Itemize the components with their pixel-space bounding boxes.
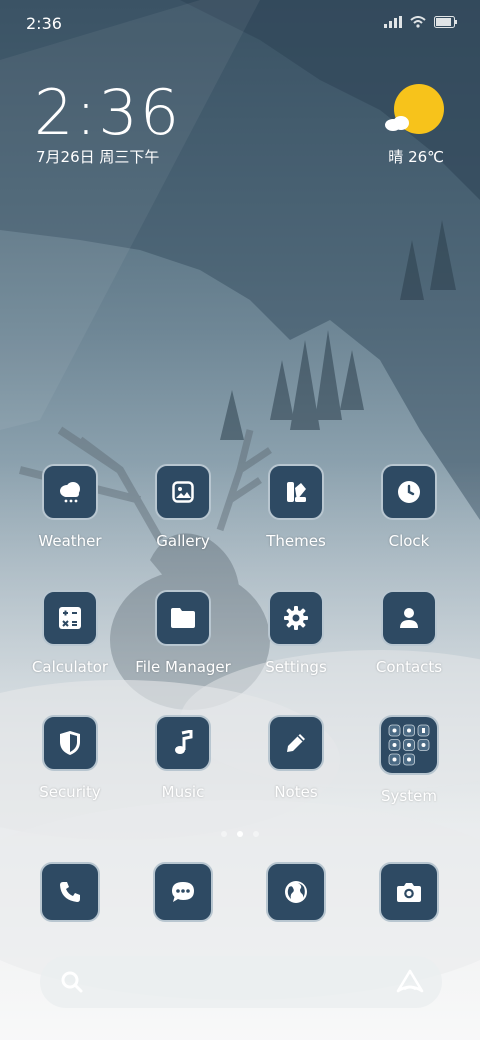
app-tile[interactable]	[155, 464, 211, 520]
search-icon[interactable]	[60, 970, 84, 994]
app-label: System	[381, 787, 437, 805]
app-clock[interactable]: Clock	[349, 464, 469, 550]
app-tile[interactable]	[381, 464, 437, 520]
chat-bubble-icon	[172, 882, 194, 902]
dock-browser[interactable]	[236, 862, 356, 922]
app-themes[interactable]: Themes	[236, 464, 356, 550]
folder-grid-icon	[388, 724, 430, 766]
shield-icon	[60, 731, 80, 755]
app-label: Themes	[266, 532, 326, 550]
signal-icon	[384, 16, 402, 28]
page-dot[interactable]	[221, 831, 227, 837]
app-music[interactable]: Music	[123, 715, 243, 801]
app-label: Settings	[265, 658, 327, 676]
dock-camera[interactable]	[349, 862, 469, 922]
app-label: Gallery	[156, 532, 210, 550]
gear-icon	[284, 606, 308, 630]
clock-icon	[398, 481, 420, 503]
app-label: Music	[161, 783, 205, 801]
weather-widget[interactable]: 晴 26℃	[364, 84, 444, 168]
app-tile[interactable]	[268, 715, 324, 771]
calculator-icon	[59, 607, 81, 629]
app-tile[interactable]	[155, 590, 211, 646]
person-icon	[400, 608, 418, 628]
app-tile[interactable]	[268, 464, 324, 520]
sun-cloud-icon	[385, 116, 409, 131]
image-icon	[172, 481, 194, 503]
app-file-manager[interactable]: File Manager	[123, 590, 243, 676]
phone-icon	[60, 882, 80, 902]
cloud-rain-icon	[60, 482, 80, 503]
app-tile[interactable]	[266, 862, 326, 922]
app-weather[interactable]: Weather	[10, 464, 130, 550]
app-tile[interactable]	[379, 862, 439, 922]
page-dot-active[interactable]	[237, 831, 243, 837]
folder-icon	[171, 608, 195, 628]
music-note-icon	[175, 730, 193, 754]
app-settings[interactable]: Settings	[236, 590, 356, 676]
app-tile[interactable]	[155, 715, 211, 771]
app-tile[interactable]	[379, 715, 439, 775]
app-tile[interactable]	[153, 862, 213, 922]
app-label: Weather	[38, 532, 102, 550]
clock-widget-date: 7月26日 周三下午	[36, 148, 160, 166]
app-gallery[interactable]: Gallery	[123, 464, 243, 550]
app-tile[interactable]	[42, 464, 98, 520]
app-label: Notes	[274, 783, 318, 801]
globe-icon	[285, 881, 307, 903]
search-bar[interactable]	[40, 956, 442, 1008]
app-label: Clock	[388, 532, 430, 550]
app-tile[interactable]	[268, 590, 324, 646]
app-label: Security	[39, 783, 101, 801]
clock-widget-time[interactable]: 2:36	[34, 76, 181, 149]
app-tile[interactable]	[381, 590, 437, 646]
app-tile[interactable]	[42, 715, 98, 771]
pencil-icon	[287, 734, 305, 752]
app-contacts[interactable]: Contacts	[349, 590, 469, 676]
app-label: File Manager	[135, 658, 231, 676]
page-dot[interactable]	[253, 831, 259, 837]
brush-palette-icon	[287, 482, 306, 502]
app-tile[interactable]	[40, 862, 100, 922]
app-tile[interactable]	[42, 590, 98, 646]
app-security[interactable]: Security	[10, 715, 130, 801]
camera-icon	[397, 883, 421, 902]
status-icons	[384, 16, 458, 28]
app-label: Contacts	[375, 658, 443, 676]
weather-temperature: 晴 26℃	[388, 148, 444, 166]
app-system-folder[interactable]: System	[349, 715, 469, 805]
app-label: Calculator	[31, 658, 109, 676]
battery-icon	[434, 16, 457, 28]
assistant-logo-icon[interactable]	[396, 969, 424, 995]
page-indicator[interactable]	[0, 831, 480, 837]
dock-messages[interactable]	[123, 862, 243, 922]
wifi-icon	[410, 16, 426, 28]
dock-phone[interactable]	[10, 862, 130, 922]
app-calculator[interactable]: Calculator	[10, 590, 130, 676]
status-bar-time: 2:36	[26, 14, 62, 33]
app-notes[interactable]: Notes	[236, 715, 356, 801]
